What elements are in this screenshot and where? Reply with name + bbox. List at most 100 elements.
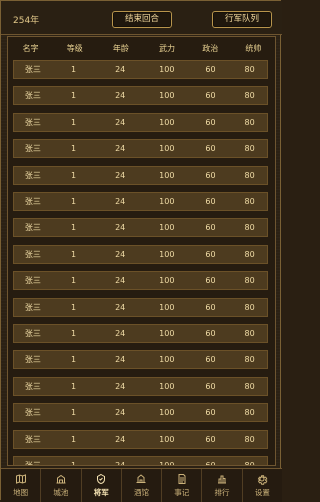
cell-level: 1 xyxy=(70,197,77,206)
cell-level: 1 xyxy=(70,302,77,312)
cell-age: 24 xyxy=(115,117,126,127)
table-row[interactable]: 张三 1 24 100 60 80 xyxy=(13,456,268,466)
end-turn-button[interactable]: 结束回合 xyxy=(112,11,172,28)
column-header-age: 年龄 xyxy=(112,43,129,53)
cell-command: 80 xyxy=(244,65,255,74)
cell-force: 100 xyxy=(159,144,175,154)
cell-name: 张三 xyxy=(24,381,41,391)
cell-force: 100 xyxy=(159,434,175,444)
cell-politics: 60 xyxy=(205,65,216,74)
table-row[interactable]: 张三 1 24 100 60 80 xyxy=(13,429,268,449)
table-row[interactable]: 张三 1 24 100 60 80 xyxy=(13,192,268,211)
cell-force: 100 xyxy=(159,197,175,206)
nav-item-label: 城池 xyxy=(53,488,69,497)
cell-command: 80 xyxy=(244,381,255,391)
cell-level: 1 xyxy=(70,117,77,127)
cell-name: 张三 xyxy=(24,91,41,101)
cell-command: 80 xyxy=(244,197,255,206)
cell-age: 24 xyxy=(115,276,126,286)
table-row[interactable]: 张三 1 24 100 60 80 xyxy=(13,60,268,79)
generals-table[interactable]: 名字 等级 年龄 武力 政治 统帅 张三 1 24 100 60 80 张三 1 24 100 60… xyxy=(7,36,276,466)
cell-level: 1 xyxy=(70,434,77,444)
cell-age: 24 xyxy=(115,223,126,233)
cell-politics: 60 xyxy=(205,170,216,180)
table-row[interactable]: 张三 1 24 100 60 80 xyxy=(13,403,268,423)
cell-politics: 60 xyxy=(205,197,216,206)
column-header-command: 统帅 xyxy=(245,43,262,53)
settings-icon xyxy=(256,473,268,485)
nav-item-ranking[interactable]: 排行 xyxy=(201,469,241,502)
table-row[interactable]: 张三 1 24 100 60 80 xyxy=(13,218,268,238)
cell-name: 张三 xyxy=(24,355,41,365)
cell-politics: 60 xyxy=(205,117,216,127)
city-icon xyxy=(55,473,67,485)
cell-force: 100 xyxy=(159,91,175,101)
cell-command: 80 xyxy=(244,355,255,365)
cell-level: 1 xyxy=(70,144,77,154)
nav-item-label: 排行 xyxy=(214,488,230,497)
table-row[interactable]: 张三 1 24 100 60 80 xyxy=(13,271,268,291)
cell-command: 80 xyxy=(244,91,255,101)
map-icon xyxy=(15,473,27,485)
cell-force: 100 xyxy=(159,170,175,180)
table-row[interactable]: 张三 1 24 100 60 80 xyxy=(13,244,268,264)
cell-level: 1 xyxy=(70,461,77,466)
cell-age: 24 xyxy=(115,408,126,418)
cell-name: 张三 xyxy=(24,170,41,180)
nav-item-settings[interactable]: 设置 xyxy=(241,469,282,502)
nav-item-notes[interactable]: 事记 xyxy=(161,469,201,502)
table-row[interactable]: 张三 1 24 100 60 80 xyxy=(13,165,268,185)
cell-name: 张三 xyxy=(24,249,41,259)
bottom-nav: 地图 城池 将军 酒馆 事记 排行 设置 xyxy=(1,468,282,502)
table-row[interactable]: 张三 1 24 100 60 80 xyxy=(13,297,268,317)
table-row[interactable]: 张三 1 24 100 60 80 xyxy=(13,112,268,132)
nav-item-general[interactable]: 将军 xyxy=(80,469,121,502)
table-row[interactable]: 张三 1 24 100 60 80 xyxy=(13,86,268,106)
general-icon xyxy=(95,473,107,485)
cell-name: 张三 xyxy=(24,144,41,154)
nav-item-map[interactable]: 地图 xyxy=(1,469,40,502)
cell-command: 80 xyxy=(244,329,255,338)
cell-age: 24 xyxy=(115,461,126,466)
cell-command: 80 xyxy=(244,302,255,312)
cell-politics: 60 xyxy=(205,408,216,418)
cell-politics: 60 xyxy=(205,434,216,444)
nav-item-tavern[interactable]: 酒馆 xyxy=(120,469,161,502)
cell-force: 100 xyxy=(159,408,175,418)
table-row[interactable]: 张三 1 24 100 60 80 xyxy=(13,376,268,396)
cell-name: 张三 xyxy=(24,461,41,466)
nav-item-label: 事记 xyxy=(174,488,190,497)
march-queue-button[interactable]: 行军队列 xyxy=(212,11,272,28)
cell-force: 100 xyxy=(159,223,175,233)
cell-force: 100 xyxy=(159,249,175,259)
column-header-name: 名字 xyxy=(22,43,39,53)
nav-item-label: 地图 xyxy=(13,488,29,497)
cell-politics: 60 xyxy=(205,302,216,312)
cell-age: 24 xyxy=(115,249,126,259)
cell-name: 张三 xyxy=(24,434,41,444)
column-header-force: 武力 xyxy=(159,43,176,53)
table-row[interactable]: 张三 1 24 100 60 80 xyxy=(13,350,268,370)
nav-item-city[interactable]: 城池 xyxy=(40,469,80,502)
ranking-icon xyxy=(216,473,228,485)
cell-force: 100 xyxy=(159,461,175,466)
cell-level: 1 xyxy=(70,381,77,391)
cell-name: 张三 xyxy=(24,276,41,286)
cell-command: 80 xyxy=(244,117,255,127)
cell-force: 100 xyxy=(159,65,175,74)
cell-force: 100 xyxy=(159,117,175,127)
table-row[interactable]: 张三 1 24 100 60 80 xyxy=(13,139,268,159)
top-bar: 254年 结束回合 行军队列 xyxy=(1,1,282,35)
app-frame: 254年 结束回合 行军队列 名字 等级 年龄 武力 政治 统帅 张三 1 24 10… xyxy=(0,0,282,502)
cell-force: 100 xyxy=(159,381,175,391)
cell-politics: 60 xyxy=(205,249,216,259)
table-row[interactable]: 张三 1 24 100 60 80 xyxy=(13,324,268,343)
cell-force: 100 xyxy=(159,329,175,338)
cell-level: 1 xyxy=(70,223,77,233)
column-header-level: 等级 xyxy=(66,43,83,53)
cell-command: 80 xyxy=(244,276,255,286)
notes-icon xyxy=(176,473,188,485)
cell-name: 张三 xyxy=(24,329,41,338)
cell-age: 24 xyxy=(115,355,126,365)
cell-politics: 60 xyxy=(205,329,216,338)
